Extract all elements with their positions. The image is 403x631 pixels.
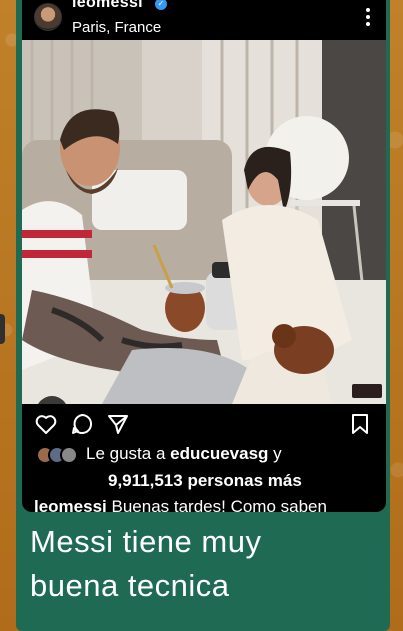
caption-username[interactable]: leomessi [34,497,107,512]
send-icon[interactable] [106,412,130,436]
caption-text: Buenas tardes! Como saben [111,497,327,512]
post-location[interactable]: Paris, France [72,19,161,36]
liker-avatars[interactable] [36,446,80,466]
comment-line-1: Messi tiene muy [30,524,262,559]
post-caption: leomessi Buenas tardes! Como saben [34,497,386,512]
more-vertical-icon[interactable] [366,8,372,26]
post-photo-illustration [22,40,386,404]
comment-icon[interactable] [70,412,94,436]
instagram-post: leomessi ✓ Paris, France Le gusta a educ… [22,0,386,512]
post-header: leomessi ✓ Paris, France [22,0,386,40]
likes-row: Le gusta a educuevasg y [36,444,376,470]
comment-line-2: buena tecnica [30,568,230,603]
post-username[interactable]: leomessi [72,0,143,12]
post-actions [22,408,386,440]
comment-text: Messi tiene muy buena tecnica [30,520,380,608]
post-photo[interactable] [22,40,386,404]
bookmark-icon[interactable] [348,412,372,436]
verified-badge-icon: ✓ [155,0,167,10]
side-handle [0,314,5,344]
likes-count-text[interactable]: 9,911,513 personas más [108,471,302,491]
liked-by-text[interactable]: Le gusta a educuevasg y [86,444,282,464]
liked-by-user[interactable]: educuevasg [170,444,268,463]
profile-avatar[interactable] [34,3,62,31]
heart-icon[interactable] [34,412,58,436]
